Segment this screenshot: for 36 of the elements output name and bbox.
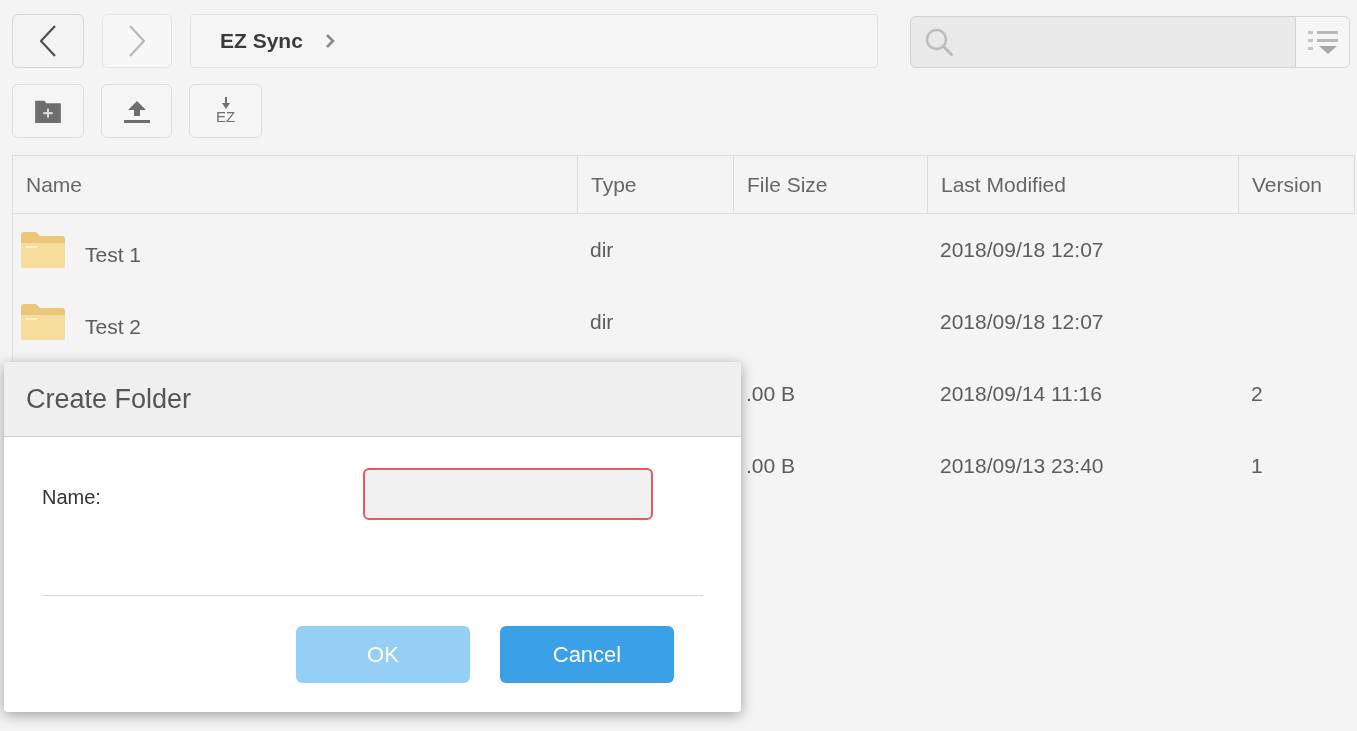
table-cell-text: 2018/09/18 12:07 [940, 237, 1104, 264]
column-header[interactable]: File Size [734, 156, 928, 213]
dialog-title: Create Folder [26, 382, 192, 416]
column-header[interactable]: Type [578, 156, 734, 213]
table-cell-text: .00 B [746, 381, 796, 408]
down-arrow-icon [220, 97, 231, 109]
folder-icon [21, 304, 65, 340]
table-cell-text: 2 [1251, 381, 1263, 408]
column-header[interactable]: Last Modified [928, 156, 1239, 213]
table-cell-text: dir [590, 309, 614, 336]
folder-icon [21, 232, 65, 268]
table-cell-text: 1 [1251, 453, 1263, 480]
back-button[interactable] [12, 14, 84, 68]
upload-button[interactable] [101, 84, 172, 138]
table-cell-text: 2018/09/13 23:40 [940, 453, 1104, 480]
name-input[interactable] [363, 468, 653, 520]
search-field[interactable] [910, 16, 1296, 68]
ez-button[interactable]: EZ [189, 84, 262, 138]
table-cell-text: dir [590, 237, 614, 264]
upload-icon [123, 99, 150, 123]
view-options-button[interactable] [1296, 16, 1350, 68]
table-cell-text: 2018/09/14 11:16 [940, 381, 1102, 408]
search-icon [925, 28, 953, 56]
field-label: Name: [42, 486, 101, 508]
breadcrumb-link[interactable]: EZ Sync [220, 25, 303, 57]
dialog-button[interactable]: Cancel [500, 626, 674, 683]
new-folder-button[interactable] [12, 84, 84, 138]
column-header[interactable]: Version [1239, 156, 1355, 213]
list-dropdown-icon [1307, 30, 1338, 54]
folder-plus-icon [35, 99, 61, 123]
chevron-right-icon [324, 33, 335, 49]
table-cell-text: .00 B [746, 453, 796, 480]
table-cell-text: 2018/09/18 12:07 [940, 309, 1104, 336]
table-cell-text: Test 2 [85, 314, 142, 341]
column-header[interactable]: Name [13, 156, 578, 213]
table-cell-text: Test 1 [85, 242, 142, 269]
